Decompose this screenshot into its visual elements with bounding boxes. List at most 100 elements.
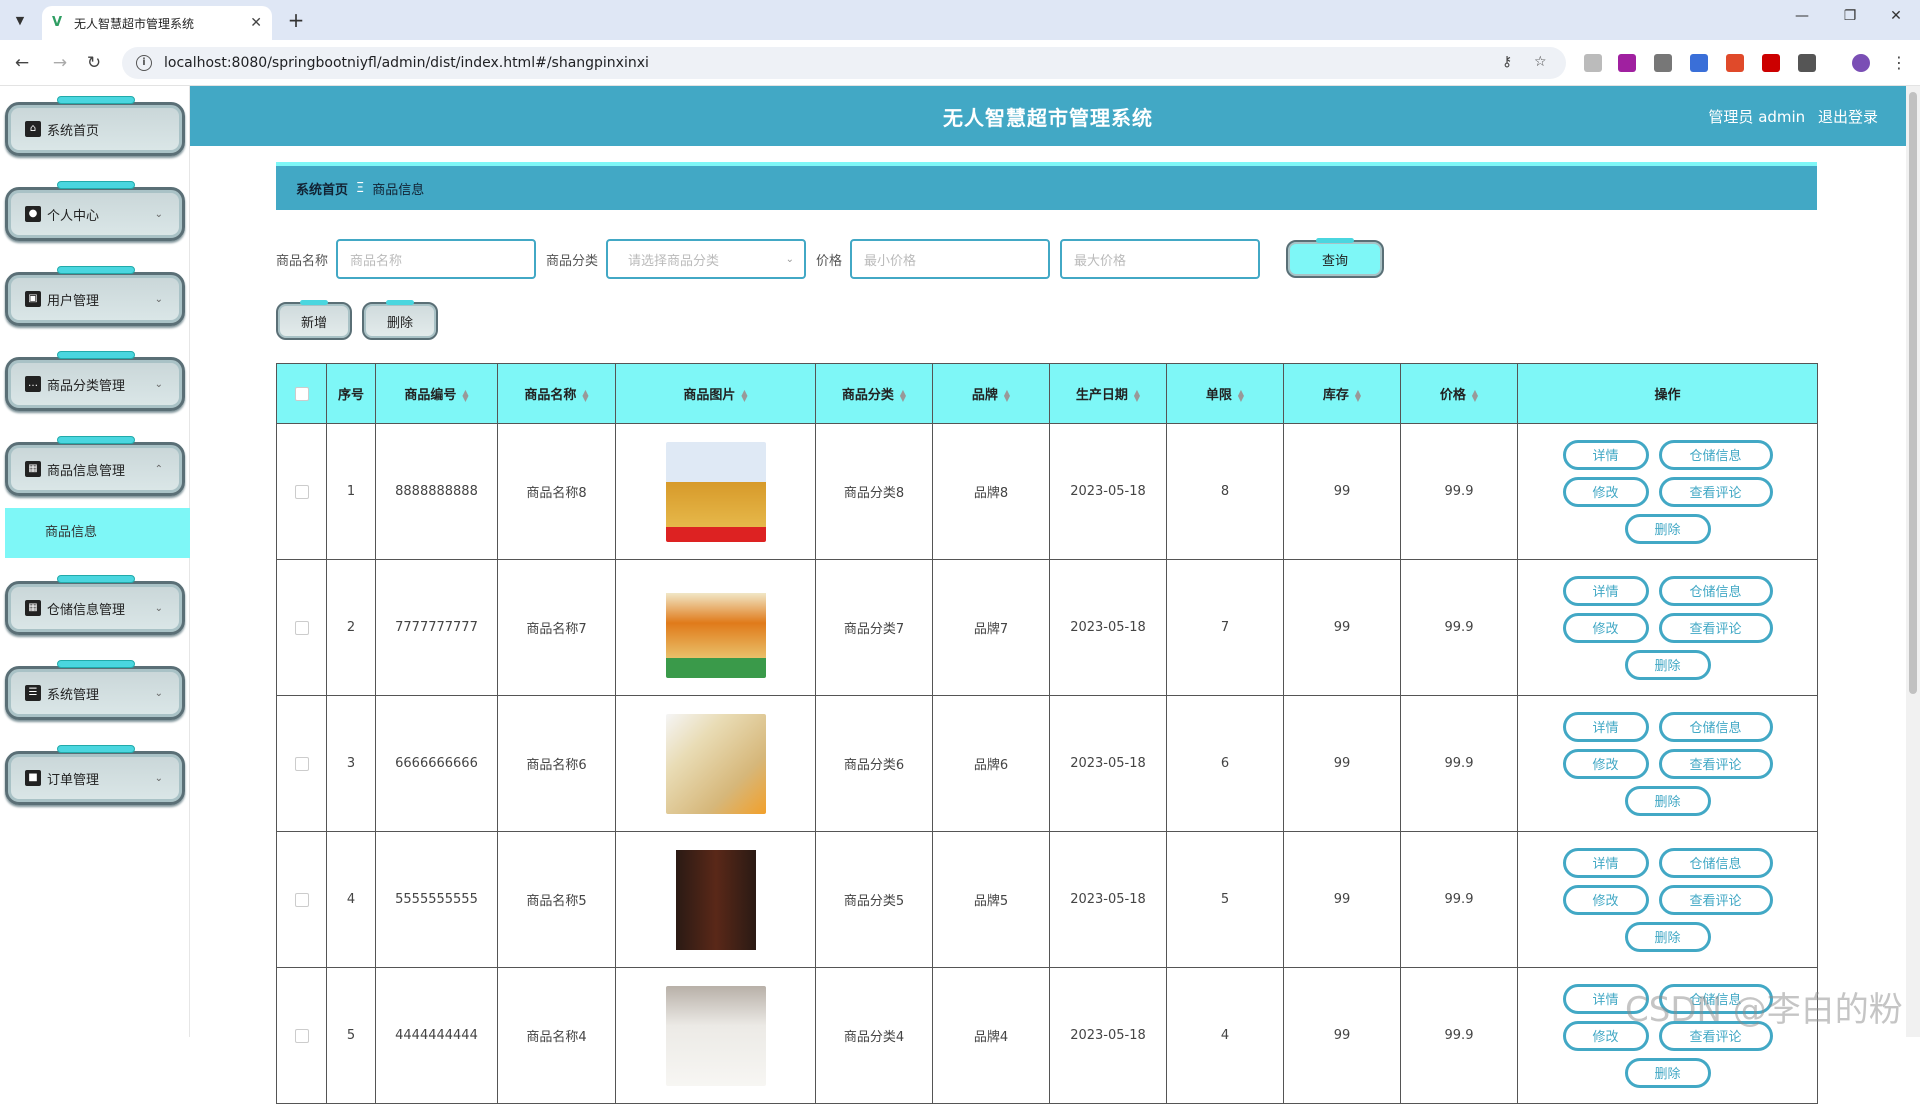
col-header[interactable]: 商品名称 ▲ ▼	[497, 363, 616, 424]
comments-button[interactable]: 查看评论	[1658, 884, 1773, 915]
table-row[interactable]: 1 8888888888 商品名称8 商品分类8 品牌8 2023-05-18 8 99 99.…	[276, 423, 1818, 560]
table-row[interactable]: 4 5555555555 商品名称5 商品分类5 品牌5 2023-05-18 5 99 99.…	[276, 831, 1818, 968]
sort-icon[interactable]: ▲ ▼	[1355, 388, 1361, 402]
sidebar-item-profile[interactable]: ● 个人中心 ⌄	[5, 181, 185, 243]
col-header[interactable]: 商品分类 ▲ ▼	[815, 363, 933, 424]
row-delete-button[interactable]: 删除	[1624, 785, 1711, 816]
sort-icon[interactable]: ▲ ▼	[1238, 388, 1244, 402]
row-checkbox[interactable]	[294, 620, 309, 635]
query-button[interactable]: 查询	[1286, 238, 1384, 278]
row-checkbox[interactable]	[294, 756, 309, 771]
tab-close-icon[interactable]: ✕	[250, 15, 262, 31]
submenu-goods-info[interactable]: 商品信息	[5, 508, 190, 558]
name-search-input[interactable]: 商品名称	[336, 239, 537, 279]
row-checkbox[interactable]	[294, 484, 309, 499]
sidebar-item-home[interactable]: ⌂ 系统首页	[5, 96, 185, 158]
sidebar-item-goods[interactable]: ▦ 商品信息管理 ⌃	[5, 436, 185, 498]
select-all-checkbox[interactable]	[294, 386, 309, 401]
row-select-cell[interactable]	[276, 967, 327, 1104]
row-delete-button[interactable]: 删除	[1624, 1057, 1711, 1088]
sort-icon[interactable]: ▲ ▼	[900, 388, 906, 402]
sort-icon[interactable]: ▲ ▼	[741, 388, 747, 402]
storage-button[interactable]: 仓储信息	[1658, 439, 1773, 470]
menu-dots-icon[interactable]: ⋮	[1890, 54, 1908, 72]
comments-button[interactable]: 查看评论	[1658, 748, 1773, 779]
sort-icon[interactable]: ▲ ▼	[1472, 388, 1478, 402]
row-select-cell[interactable]	[276, 423, 327, 560]
comments-button[interactable]: 查看评论	[1658, 476, 1773, 507]
product-image[interactable]	[665, 441, 766, 542]
logout-link[interactable]: 退出登录	[1818, 108, 1878, 126]
col-header[interactable]: 商品编号 ▲ ▼	[375, 363, 498, 424]
sort-icon[interactable]: ▲ ▼	[1004, 388, 1010, 402]
extension-icon[interactable]	[1726, 54, 1744, 72]
page-scrollbar[interactable]	[1906, 86, 1920, 1037]
row-delete-button[interactable]: 删除	[1624, 921, 1711, 952]
browser-tab[interactable]: V 无人智慧超市管理系统 ✕	[42, 6, 272, 40]
row-select-cell[interactable]	[276, 831, 327, 968]
new-tab-icon[interactable]: +	[284, 8, 308, 32]
scrollbar-thumb[interactable]	[1909, 92, 1917, 694]
storage-button[interactable]: 仓储信息	[1658, 711, 1773, 742]
sidebar-item-storage[interactable]: ▦ 仓储信息管理 ⌄	[5, 575, 185, 637]
reload-icon[interactable]: ↻	[82, 51, 106, 75]
extension-icon[interactable]	[1654, 54, 1672, 72]
tab-search-icon[interactable]: ▼	[8, 8, 32, 32]
row-select-cell[interactable]	[276, 559, 327, 696]
edit-button[interactable]: 修改	[1562, 476, 1649, 507]
row-checkbox[interactable]	[294, 892, 309, 907]
select-all-cell[interactable]	[276, 363, 327, 424]
batch-delete-button[interactable]: 删除	[362, 300, 438, 340]
col-header[interactable]: 单限 ▲ ▼	[1166, 363, 1284, 424]
restore-icon[interactable]: ❐	[1838, 8, 1862, 24]
site-info-icon[interactable]: i	[136, 55, 152, 71]
extension-icon[interactable]	[1584, 54, 1602, 72]
product-image[interactable]	[665, 577, 766, 678]
edit-button[interactable]: 修改	[1562, 884, 1649, 915]
extension-icon[interactable]	[1618, 54, 1636, 72]
edit-button[interactable]: 修改	[1562, 748, 1649, 779]
comments-button[interactable]: 查看评论	[1658, 612, 1773, 643]
sidebar-item-users[interactable]: ▣ 用户管理 ⌄	[5, 266, 185, 328]
sort-icon[interactable]: ▲ ▼	[582, 388, 588, 402]
key-icon[interactable]: ⚷	[1502, 54, 1512, 70]
url-field[interactable]: i localhost:8080/springbootniyfl/admin/d…	[122, 47, 1566, 79]
col-header[interactable]: 商品图片 ▲ ▼	[615, 363, 816, 424]
col-header[interactable]: 品牌 ▲ ▼	[932, 363, 1050, 424]
add-button[interactable]: 新增	[276, 300, 352, 340]
product-image[interactable]	[665, 849, 766, 950]
bookmark-star-icon[interactable]: ☆	[1534, 54, 1547, 70]
category-select[interactable]: 请选择商品分类 ⌄	[606, 239, 807, 279]
detail-button[interactable]: 详情	[1562, 439, 1649, 470]
row-select-cell[interactable]	[276, 695, 327, 832]
detail-button[interactable]: 详情	[1562, 575, 1649, 606]
forward-icon[interactable]: →	[48, 51, 72, 75]
minimize-icon[interactable]: —	[1790, 8, 1814, 24]
row-checkbox[interactable]	[294, 1028, 309, 1043]
table-row[interactable]: 3 6666666666 商品名称6 商品分类6 品牌6 2023-05-18 6 99 99.…	[276, 695, 1818, 832]
storage-button[interactable]: 仓储信息	[1658, 847, 1773, 878]
col-header[interactable]: 价格 ▲ ▼	[1400, 363, 1518, 424]
sidebar-item-system[interactable]: ☰ 系统管理 ⌄	[5, 660, 185, 722]
window-close-icon[interactable]: ✕	[1884, 8, 1908, 24]
profile-avatar-icon[interactable]	[1852, 54, 1870, 72]
detail-button[interactable]: 详情	[1562, 847, 1649, 878]
puzzle-icon[interactable]	[1798, 54, 1816, 72]
table-row[interactable]: 2 7777777777 商品名称7 商品分类7 品牌7 2023-05-18 7 99 99.…	[276, 559, 1818, 696]
storage-button[interactable]: 仓储信息	[1658, 575, 1773, 606]
row-delete-button[interactable]: 删除	[1624, 649, 1711, 680]
breadcrumb-home[interactable]: 系统首页	[296, 179, 348, 198]
row-delete-button[interactable]: 删除	[1624, 513, 1711, 544]
col-header[interactable]: 库存 ▲ ▼	[1283, 363, 1401, 424]
back-icon[interactable]: ←	[10, 51, 34, 75]
sort-icon[interactable]: ▲ ▼	[462, 388, 468, 402]
detail-button[interactable]: 详情	[1562, 711, 1649, 742]
sort-icon[interactable]: ▲ ▼	[1134, 388, 1140, 402]
extension-icon[interactable]	[1762, 54, 1780, 72]
edit-button[interactable]: 修改	[1562, 612, 1649, 643]
sidebar-item-orders[interactable]: ■ 订单管理 ⌄	[5, 745, 185, 807]
sidebar-item-category[interactable]: … 商品分类管理 ⌄	[5, 351, 185, 413]
product-image[interactable]	[665, 713, 766, 814]
max-price-input[interactable]: 最大价格	[1060, 239, 1261, 279]
min-price-input[interactable]: 最小价格	[850, 239, 1051, 279]
